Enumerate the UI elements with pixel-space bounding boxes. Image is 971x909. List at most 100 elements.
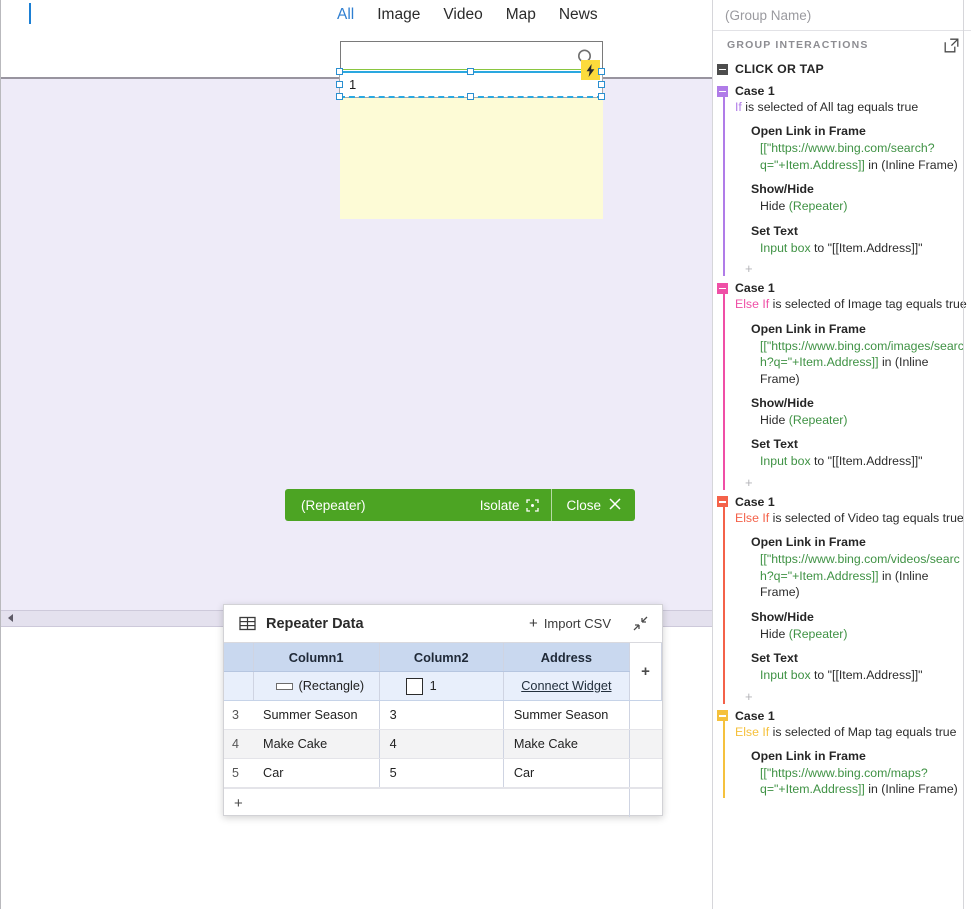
action-value[interactable]: Hide (Repeater)	[760, 412, 971, 428]
group-interactions-label: GROUP INTERACTIONS	[727, 39, 869, 51]
resize-handle-ml[interactable]	[336, 81, 343, 88]
action-value[interactable]: [["https://www.bing.com/videos/search?q=…	[760, 551, 971, 600]
row-number: 4	[224, 729, 254, 759]
nav-tab-news[interactable]: News	[559, 6, 598, 24]
case-condition[interactable]: If is selected of All tag equals true	[735, 99, 971, 115]
cell-address[interactable]: Make Cake	[503, 729, 630, 759]
case-condition[interactable]: Else If is selected of Map tag equals tr…	[735, 724, 971, 740]
checkbox-widget-icon	[405, 677, 423, 695]
add-column-button[interactable]: +	[629, 643, 663, 701]
add-action-button[interactable]: +	[745, 689, 971, 704]
action-name: Open Link in Frame	[751, 748, 866, 763]
nav-tab-image[interactable]: Image	[377, 6, 420, 24]
nav-tab-video[interactable]: Video	[443, 6, 482, 24]
action-value[interactable]: [["https://www.bing.com/images/search?q=…	[760, 338, 971, 387]
resize-handle-tc[interactable]	[467, 68, 474, 75]
case-header[interactable]: Case 1	[717, 281, 971, 295]
add-row-button[interactable]: +	[234, 795, 243, 812]
close-icon	[609, 497, 621, 513]
resize-handle-tr[interactable]	[598, 68, 605, 75]
azure-rp-editor: All Image Video Map News 1 (Repeater) Is…	[0, 0, 971, 909]
action-value-target: (Repeater)	[788, 412, 848, 427]
minus-icon[interactable]	[717, 282, 728, 294]
import-csv-label: Import CSV	[543, 616, 611, 631]
case-title: Case 1	[735, 84, 775, 98]
nav-tab-all[interactable]: All	[337, 6, 354, 24]
widget-cell-rectangle[interactable]: (Rectangle)	[253, 671, 380, 701]
action-value-suffix: in (Inline Frame)	[864, 782, 958, 797]
action-block: Set Text Input box to "[[Item.Address]]"	[751, 437, 971, 469]
case-condition[interactable]: Else If is selected of Image tag equals …	[735, 296, 971, 312]
import-csv-button[interactable]: + Import CSV	[529, 615, 611, 632]
close-button[interactable]: Close	[552, 498, 635, 513]
minus-icon[interactable]	[717, 496, 728, 508]
action-value[interactable]: Hide (Repeater)	[760, 626, 971, 642]
cell-column1[interactable]: Summer Season	[253, 700, 380, 730]
table-header-row: Column1 Column2 Address +	[224, 643, 663, 701]
action-value-suffix: to "[[Item.Address]]"	[810, 240, 923, 255]
add-action-button[interactable]: +	[745, 261, 971, 276]
action-value-prefix: Hide	[760, 626, 789, 641]
action-value-target: [["https://www.bing.com/videos/search?q=…	[760, 552, 960, 583]
action-name: Show/Hide	[751, 609, 814, 624]
event-click-or-tap[interactable]: CLICK OR TAP	[713, 59, 971, 79]
case-block: Case 1 Else If is selected of Video tag …	[713, 495, 971, 704]
action-value[interactable]: Input box to "[[Item.Address]]"	[760, 240, 971, 256]
widget-cell-connect[interactable]: Connect Widget	[503, 671, 630, 701]
cell-address[interactable]: Car	[503, 758, 630, 788]
open-external-icon[interactable]	[944, 38, 959, 53]
resize-handle-tl[interactable]	[336, 68, 343, 75]
action-value[interactable]: [["https://www.bing.com/search?q="+Item.…	[760, 140, 971, 173]
case-header[interactable]: Case 1	[717, 84, 971, 98]
repeater-data-table[interactable]: Column1 Column2 Address + (Rectangle) 1 …	[224, 643, 663, 788]
minus-icon[interactable]	[717, 710, 728, 722]
cell-column1[interactable]: Make Cake	[253, 729, 380, 759]
group-name-input[interactable]: (Group Name)	[713, 0, 971, 31]
case-keyword: Else If	[735, 724, 770, 739]
yellow-rectangle-widget[interactable]	[340, 98, 603, 219]
action-value[interactable]: [["https://www.bing.com/maps?q="+Item.Ad…	[760, 765, 971, 798]
repeater-data-title: Repeater Data	[266, 615, 364, 632]
resize-handle-br[interactable]	[598, 93, 605, 100]
column-header-2[interactable]: Column2	[379, 643, 504, 672]
column-header-3[interactable]: Address	[503, 643, 630, 672]
cell-column2[interactable]: 4	[379, 729, 504, 759]
minus-icon[interactable]	[717, 63, 728, 75]
input-box-value: 1	[349, 77, 357, 92]
cell-column1[interactable]: Car	[253, 758, 380, 788]
scroll-left-arrow-icon[interactable]	[4, 611, 17, 624]
case-header[interactable]: Case 1	[717, 495, 971, 509]
action-value-target: [["https://www.bing.com/images/search?q=…	[760, 338, 964, 370]
action-value-suffix: to "[[Item.Address]]"	[810, 454, 923, 469]
collapse-arrows-icon[interactable]	[633, 616, 648, 631]
column-header-1[interactable]: Column1	[253, 643, 380, 672]
minus-icon[interactable]	[717, 85, 728, 97]
cell-address[interactable]: Summer Season	[503, 700, 630, 730]
action-value[interactable]: Hide (Repeater)	[760, 198, 971, 214]
table-row[interactable]: 4 Make Cake 4 Make Cake	[224, 729, 662, 759]
resize-handle-bc[interactable]	[467, 93, 474, 100]
action-value[interactable]: Input box to "[[Item.Address]]"	[760, 667, 971, 683]
resize-handle-mr[interactable]	[598, 81, 605, 88]
case-condition-text: is selected of All tag equals true	[741, 100, 919, 114]
case-header[interactable]: Case 1	[717, 709, 971, 723]
import-plus-icon: +	[529, 615, 538, 632]
group-interactions-header: GROUP INTERACTIONS	[713, 31, 971, 59]
cell-column2[interactable]: 5	[379, 758, 504, 788]
case-condition[interactable]: Else If is selected of Video tag equals …	[735, 510, 971, 526]
nav-tab-map[interactable]: Map	[506, 6, 536, 24]
row-number-header	[224, 643, 254, 672]
isolate-button[interactable]: Isolate	[480, 498, 552, 513]
resize-handle-bl[interactable]	[336, 93, 343, 100]
action-value-suffix: to "[[Item.Address]]"	[810, 668, 923, 683]
cell-column2[interactable]: 3	[379, 700, 504, 730]
table-row[interactable]: 5 Car 5 Car	[224, 758, 662, 788]
action-name: Show/Hide	[751, 395, 814, 410]
action-value[interactable]: Input box to "[[Item.Address]]"	[760, 453, 971, 469]
table-row[interactable]: 3 Summer Season 3 Summer Season	[224, 700, 662, 730]
widget-cell-checkbox[interactable]: 1	[379, 671, 504, 701]
case-keyword: Else If	[735, 297, 770, 312]
action-value-prefix: Hide	[760, 412, 789, 427]
connect-widget-link[interactable]: Connect Widget	[521, 679, 611, 693]
add-action-button[interactable]: +	[745, 475, 971, 490]
